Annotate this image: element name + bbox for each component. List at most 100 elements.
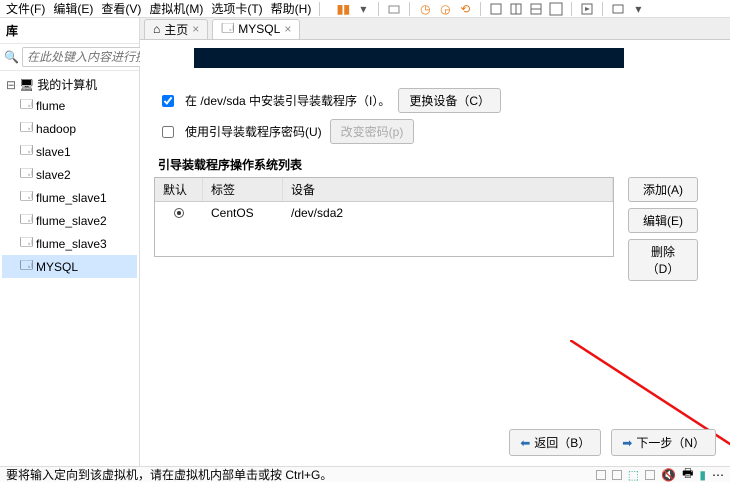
arrow-left-icon: ⬅ bbox=[520, 436, 530, 450]
bootloader-password-label: 使用引导装载程序密码(U) bbox=[185, 123, 322, 140]
close-icon[interactable]: × bbox=[192, 22, 199, 36]
dropdown-icon[interactable]: ▾ bbox=[356, 2, 370, 16]
install-bootloader-label: 在 /dev/sda 中安装引导装载程序（I）。 bbox=[185, 92, 390, 109]
view2-icon[interactable] bbox=[509, 2, 523, 16]
th-device: 设备 bbox=[283, 178, 613, 201]
tree-item-mysql[interactable]: 🗔MYSQL bbox=[2, 255, 137, 278]
network-icon[interactable]: ⬚ bbox=[628, 468, 639, 482]
change-device-button[interactable]: 更换设备（C） bbox=[398, 88, 501, 113]
view1-icon[interactable] bbox=[489, 2, 503, 16]
close-icon[interactable]: × bbox=[284, 22, 291, 36]
tree-item-slave1[interactable]: 🗔slave1 bbox=[2, 140, 137, 163]
vm-icon: 🗔 bbox=[221, 19, 234, 40]
menu-vm[interactable]: 虚拟机(M) bbox=[147, 0, 205, 17]
next-button[interactable]: ➡ 下一步（N） bbox=[611, 429, 716, 456]
revert-icon[interactable]: ⟲ bbox=[458, 2, 472, 16]
vm-icon: 🗔 bbox=[20, 210, 33, 231]
installer-header-band bbox=[194, 48, 624, 68]
sidebar: 库 🔍 ▾ ⊟ 🖥 我的计算机 🗔flume 🗔hadoop 🗔slave1 🗔… bbox=[0, 18, 140, 466]
unity-icon[interactable] bbox=[580, 2, 594, 16]
vm-icon: 🗔 bbox=[20, 95, 33, 116]
tab-bar: ⌂ 主页 × 🗔 MYSQL × bbox=[140, 18, 730, 40]
separator bbox=[480, 2, 481, 16]
table-header: 默认 标签 设备 bbox=[155, 178, 613, 202]
send-icon[interactable] bbox=[387, 2, 401, 16]
status-bar: 要将输入定向到该虚拟机，请在虚拟机内部单击或按 Ctrl+G。 ⬚ 🔇 🖶 ▮ … bbox=[0, 466, 730, 482]
menu-help[interactable]: 帮助(H) bbox=[269, 0, 314, 17]
wizard-footer: ⬅ 返回（B） ➡ 下一步（N） bbox=[509, 429, 716, 456]
tree-item-flume-slave2[interactable]: 🗔flume_slave2 bbox=[2, 209, 137, 232]
separator bbox=[409, 2, 410, 16]
default-radio[interactable] bbox=[174, 208, 184, 218]
search-row: 🔍 ▾ bbox=[0, 44, 139, 71]
status-ok-icon[interactable]: ▮ bbox=[699, 468, 706, 482]
clock-icon[interactable]: ◷ bbox=[418, 2, 432, 16]
search-icon: 🔍 bbox=[4, 50, 19, 64]
fullscreen-icon[interactable] bbox=[549, 2, 563, 16]
vm-icon: 🗔 bbox=[20, 118, 33, 139]
edit-button[interactable]: 编辑(E) bbox=[628, 208, 698, 233]
separator bbox=[319, 2, 320, 16]
vm-tree: ⊟ 🖥 我的计算机 🗔flume 🗔hadoop 🗔slave1 🗔slave2… bbox=[0, 71, 139, 466]
separator bbox=[571, 2, 572, 16]
install-bootloader-checkbox[interactable] bbox=[162, 95, 174, 107]
sidebar-title: 库 bbox=[0, 18, 139, 44]
printer-icon[interactable]: 🖶 bbox=[682, 464, 693, 485]
add-button[interactable]: 添加(A) bbox=[628, 177, 698, 202]
row-device: /dev/sda2 bbox=[283, 206, 613, 220]
pause-icon[interactable]: ▮▮ bbox=[336, 2, 350, 16]
vm-icon: 🗔 bbox=[20, 164, 33, 185]
os-table: 默认 标签 设备 CentOS /dev/sda2 bbox=[154, 177, 614, 257]
library-icon[interactable] bbox=[611, 2, 625, 16]
th-default: 默认 bbox=[155, 178, 203, 201]
snapshot-icon[interactable]: ◶ bbox=[438, 2, 452, 16]
vm-content: 在 /dev/sda 中安装引导装载程序（I）。 更换设备（C） 使用引导装载程… bbox=[140, 40, 730, 466]
th-label: 标签 bbox=[203, 178, 283, 201]
status-icons: ⬚ 🔇 🖶 ▮ ⋯ bbox=[596, 464, 724, 485]
main-area: ⌂ 主页 × 🗔 MYSQL × 在 /dev/sda 中安装引导装载程序（I）… bbox=[140, 18, 730, 466]
menu-bar: 文件(F) 编辑(E) 查看(V) 虚拟机(M) 选项卡(T) 帮助(H) ▮▮… bbox=[0, 0, 730, 18]
toolbar: ▮▮ ▾ ◷ ◶ ⟲ ▾ bbox=[336, 2, 645, 16]
bootloader-password-checkbox[interactable] bbox=[162, 126, 174, 138]
vm-icon: 🗔 bbox=[20, 141, 33, 162]
tree-root-label: 我的计算机 bbox=[37, 76, 97, 93]
status-text: 要将输入定向到该虚拟机，请在虚拟机内部单击或按 Ctrl+G。 bbox=[6, 466, 332, 483]
more-icon[interactable]: ⋯ bbox=[712, 468, 724, 482]
tab-home[interactable]: ⌂ 主页 × bbox=[144, 19, 208, 39]
table-side-buttons: 添加(A) 编辑(E) 删除（D） bbox=[628, 177, 698, 281]
tree-item-flume[interactable]: 🗔flume bbox=[2, 94, 137, 117]
change-password-button: 改变密码(p) bbox=[330, 119, 415, 144]
os-list-title: 引导装载程序操作系统列表 bbox=[158, 156, 716, 173]
collapse-icon[interactable]: ⊟ bbox=[6, 78, 16, 92]
row-label: CentOS bbox=[203, 206, 283, 220]
delete-button[interactable]: 删除（D） bbox=[628, 239, 698, 281]
install-bootloader-row: 在 /dev/sda 中安装引导装载程序（I）。 更换设备（C） bbox=[158, 88, 716, 113]
bootloader-password-row: 使用引导装载程序密码(U) 改变密码(p) bbox=[158, 119, 716, 144]
tree-item-slave2[interactable]: 🗔slave2 bbox=[2, 163, 137, 186]
sound-icon[interactable]: 🔇 bbox=[661, 468, 676, 482]
device-icon[interactable] bbox=[596, 470, 606, 480]
vm-icon: 🗔 bbox=[20, 256, 33, 277]
device-icon[interactable] bbox=[612, 470, 622, 480]
vm-icon: 🗔 bbox=[20, 187, 33, 208]
menu-edit[interactable]: 编辑(E) bbox=[51, 0, 95, 17]
tree-item-flume-slave3[interactable]: 🗔flume_slave3 bbox=[2, 232, 137, 255]
view3-icon[interactable] bbox=[529, 2, 543, 16]
menu-tabs[interactable]: 选项卡(T) bbox=[209, 0, 264, 17]
tree-item-hadoop[interactable]: 🗔hadoop bbox=[2, 117, 137, 140]
arrow-right-icon: ➡ bbox=[622, 436, 632, 450]
tree-root[interactable]: ⊟ 🖥 我的计算机 bbox=[2, 75, 137, 94]
menu-file[interactable]: 文件(F) bbox=[4, 0, 47, 17]
menu-view[interactable]: 查看(V) bbox=[99, 0, 143, 17]
separator bbox=[378, 2, 379, 16]
back-button[interactable]: ⬅ 返回（B） bbox=[509, 429, 601, 456]
home-icon: ⌂ bbox=[153, 22, 160, 36]
tree-item-flume-slave1[interactable]: 🗔flume_slave1 bbox=[2, 186, 137, 209]
separator bbox=[602, 2, 603, 16]
dropdown-icon[interactable]: ▾ bbox=[631, 2, 645, 16]
table-row[interactable]: CentOS /dev/sda2 bbox=[155, 202, 613, 224]
vm-icon: 🗔 bbox=[20, 233, 33, 254]
tab-mysql[interactable]: 🗔 MYSQL × bbox=[212, 19, 300, 39]
computer-icon: 🖥 bbox=[19, 78, 34, 92]
device-icon[interactable] bbox=[645, 470, 655, 480]
